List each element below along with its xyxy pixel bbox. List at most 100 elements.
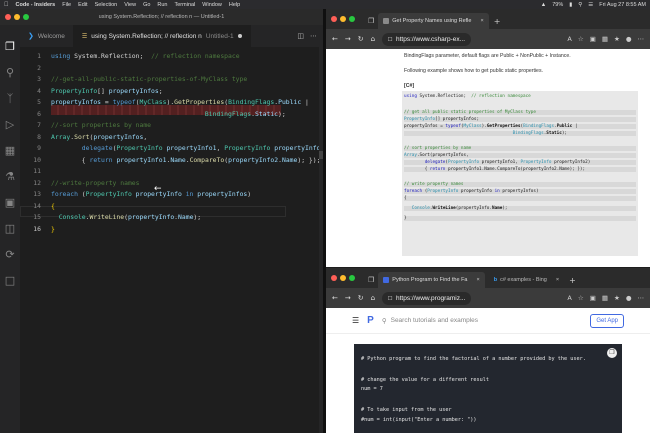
more-actions-icon[interactable]: ⋯	[310, 32, 317, 40]
testing-icon[interactable]: ⚗	[4, 171, 16, 183]
zoom-window-button[interactable]	[349, 16, 355, 22]
apple-icon[interactable]: 	[4, 2, 9, 8]
programiz-page: ☰ P ⚲ Search tutorials and examples Get …	[326, 308, 650, 433]
remote-explorer-icon[interactable]: ▣	[4, 197, 16, 209]
tab-untitled-1[interactable]: ☰ using System.Reflection; // reflection…	[73, 25, 251, 47]
folder-icon[interactable]: □	[4, 275, 16, 287]
zoom-window-button[interactable]	[349, 275, 355, 281]
code-line: #num = int(input("Enter a number: "))	[361, 417, 477, 423]
toolbar-extensions: A ☆ ▣ ▦ ★ ● ⋯	[567, 35, 644, 43]
lang-tag: [C#]	[404, 83, 415, 89]
search-icon[interactable]: ⚲	[578, 2, 582, 8]
close-window-button[interactable]	[331, 275, 337, 281]
menubar-app-name[interactable]: Code - Insiders	[16, 2, 56, 8]
tutorial-search[interactable]: ⚲ Search tutorials and examples	[382, 317, 478, 325]
vscode-titlebar: using System.Reflection; // reflection n…	[0, 9, 323, 25]
browser-tab-bing[interactable]: b c# examples - Bing ×	[489, 272, 564, 288]
close-tab-icon[interactable]: ×	[556, 277, 559, 283]
wifi-icon[interactable]: ▲	[541, 2, 546, 8]
zoom-window-button[interactable]	[23, 14, 29, 20]
forward-icon[interactable]: →	[345, 35, 351, 43]
address-bar[interactable]: □ https://www.csharp-ex...	[382, 32, 472, 46]
more-icon[interactable]: ⋯	[638, 35, 645, 43]
menu-file[interactable]: File	[62, 2, 71, 8]
extensions-icon[interactable]: ▦	[4, 145, 16, 157]
split-editor-icon[interactable]: ◫	[297, 32, 304, 40]
home-icon[interactable]: ⌂	[371, 35, 375, 43]
back-icon[interactable]: ←	[332, 294, 338, 302]
window-controls	[331, 16, 355, 22]
close-window-button[interactable]	[331, 16, 337, 22]
code-line: 11	[33, 167, 41, 175]
menu-window[interactable]: Window	[202, 2, 222, 8]
read-aloud-icon[interactable]: A	[567, 35, 571, 43]
address-url: https://www.programiz...	[396, 294, 466, 302]
search-icon[interactable]: ⚲	[4, 67, 16, 79]
profile-icon[interactable]: ●	[626, 294, 632, 302]
back-icon[interactable]: ←	[332, 35, 338, 43]
code-line: 13 foreach (PropertyInfo propertyInfo in …	[33, 190, 252, 198]
close-window-button[interactable]	[5, 14, 11, 20]
unsaved-dot-icon[interactable]	[237, 34, 242, 38]
favorite-star-icon[interactable]: ☆	[578, 294, 584, 302]
programiz-logo-icon[interactable]: P	[367, 315, 374, 326]
close-tab-icon[interactable]: ×	[477, 277, 480, 283]
battery-level[interactable]: 79%	[552, 2, 563, 8]
more-icon[interactable]: ⋯	[638, 294, 645, 302]
menu-help[interactable]: Help	[229, 2, 240, 8]
extension-icon[interactable]: ▣	[590, 294, 596, 302]
copy-code-icon[interactable]: ❐	[607, 348, 617, 358]
control-center-icon[interactable]: ☰	[588, 2, 593, 8]
read-aloud-icon[interactable]: A	[567, 294, 571, 302]
tab-actions-icon[interactable]: ❐	[368, 276, 374, 284]
run-debug-icon[interactable]: ▷	[4, 119, 16, 131]
get-app-button[interactable]: Get App	[590, 313, 624, 328]
code-editor[interactable]: 1 using System.Reflection; // reflection …	[20, 47, 323, 433]
browser-tab-programiz[interactable]: Python Program to Find the Fa ×	[378, 272, 485, 288]
profile-icon[interactable]: ●	[626, 35, 632, 43]
new-tab-icon[interactable]: +	[494, 17, 501, 26]
menu-edit[interactable]: Edit	[78, 2, 87, 8]
tab-welcome[interactable]: ❯ Welcome	[20, 25, 74, 47]
favorite-star-icon[interactable]: ☆	[578, 35, 584, 43]
hamburger-menu-icon[interactable]: ☰	[352, 316, 359, 325]
extension-icon[interactable]: ▣	[590, 35, 596, 43]
minimize-window-button[interactable]	[340, 275, 346, 281]
docker-icon[interactable]: ◫	[4, 223, 16, 235]
file-icon: ☰	[81, 33, 88, 40]
close-tab-icon[interactable]: ×	[480, 18, 483, 24]
source-control-icon[interactable]: ᛉ	[4, 93, 16, 105]
menu-selection[interactable]: Selection	[95, 2, 118, 8]
browser-window-programiz: ❐ Python Program to Find the Fa × b c# e…	[326, 268, 650, 433]
code-line: 3//-get-all-public-static-properties-of-…	[37, 75, 248, 83]
collections-icon[interactable]: ▦	[602, 294, 608, 302]
tab-untitled-label: using System.Reflection; // reflection n	[91, 32, 202, 40]
clock[interactable]: Fri Aug 27 8:55 AM	[599, 2, 646, 8]
explorer-icon[interactable]: ❐	[4, 41, 16, 53]
search-placeholder: Search tutorials and examples	[390, 317, 479, 324]
browser-tab-csharp[interactable]: Get Property Names using Refle ×	[378, 13, 489, 29]
new-tab-icon[interactable]: +	[569, 276, 576, 285]
battery-icon[interactable]: ▮	[569, 2, 572, 8]
home-icon[interactable]: ⌂	[371, 294, 375, 302]
live-share-icon[interactable]: ⟳	[4, 249, 16, 261]
minimize-window-button[interactable]	[340, 16, 346, 22]
minimize-window-button[interactable]	[14, 14, 20, 20]
paragraph-binding-flags: BindingFlags parameter, default flags ar…	[404, 53, 571, 59]
reload-icon[interactable]: ↻	[358, 294, 364, 302]
tab-actions-icon[interactable]: ❐	[368, 17, 374, 25]
menu-terminal[interactable]: Terminal	[175, 2, 196, 8]
menu-view[interactable]: View	[124, 2, 136, 8]
python-code-sample: ❐ # Python program to find the factorial…	[354, 344, 622, 433]
window-controls	[331, 275, 355, 281]
menu-run[interactable]: Run	[157, 2, 167, 8]
favorites-icon[interactable]: ★	[614, 35, 620, 43]
code-line: 4 PropertyInfo[] propertyInfos;	[37, 86, 163, 95]
reload-icon[interactable]: ↻	[358, 35, 364, 43]
vscode-logo-icon: ❯	[28, 33, 34, 40]
collections-icon[interactable]: ▦	[602, 35, 608, 43]
menu-go[interactable]: Go	[143, 2, 150, 8]
favorites-icon[interactable]: ★	[614, 294, 620, 302]
address-bar[interactable]: □ https://www.programiz...	[382, 291, 472, 305]
forward-icon[interactable]: →	[345, 294, 351, 302]
